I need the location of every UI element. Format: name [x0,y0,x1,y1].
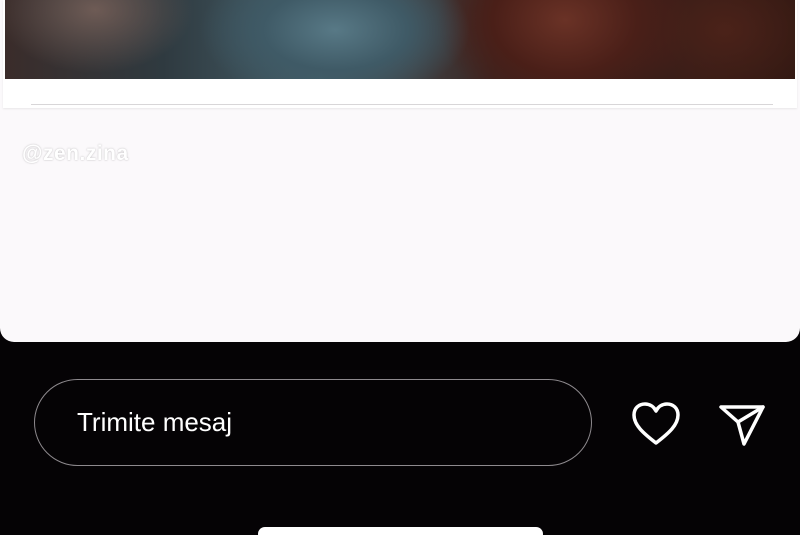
story-viewer: @zen.zina Trimite mesaj [0,0,800,535]
divider [31,104,773,105]
story-content[interactable]: @zen.zina [0,0,800,342]
shared-post-image [5,0,795,79]
shared-post-frame[interactable] [3,0,797,108]
send-icon [719,405,765,446]
like-button[interactable] [628,398,684,450]
heart-icon [632,402,680,445]
message-placeholder: Trimite mesaj [77,407,233,437]
home-indicator[interactable] [258,527,543,535]
mention-sticker[interactable]: @zen.zina [22,142,129,166]
share-button[interactable] [714,398,770,450]
message-input[interactable]: Trimite mesaj [34,379,592,466]
